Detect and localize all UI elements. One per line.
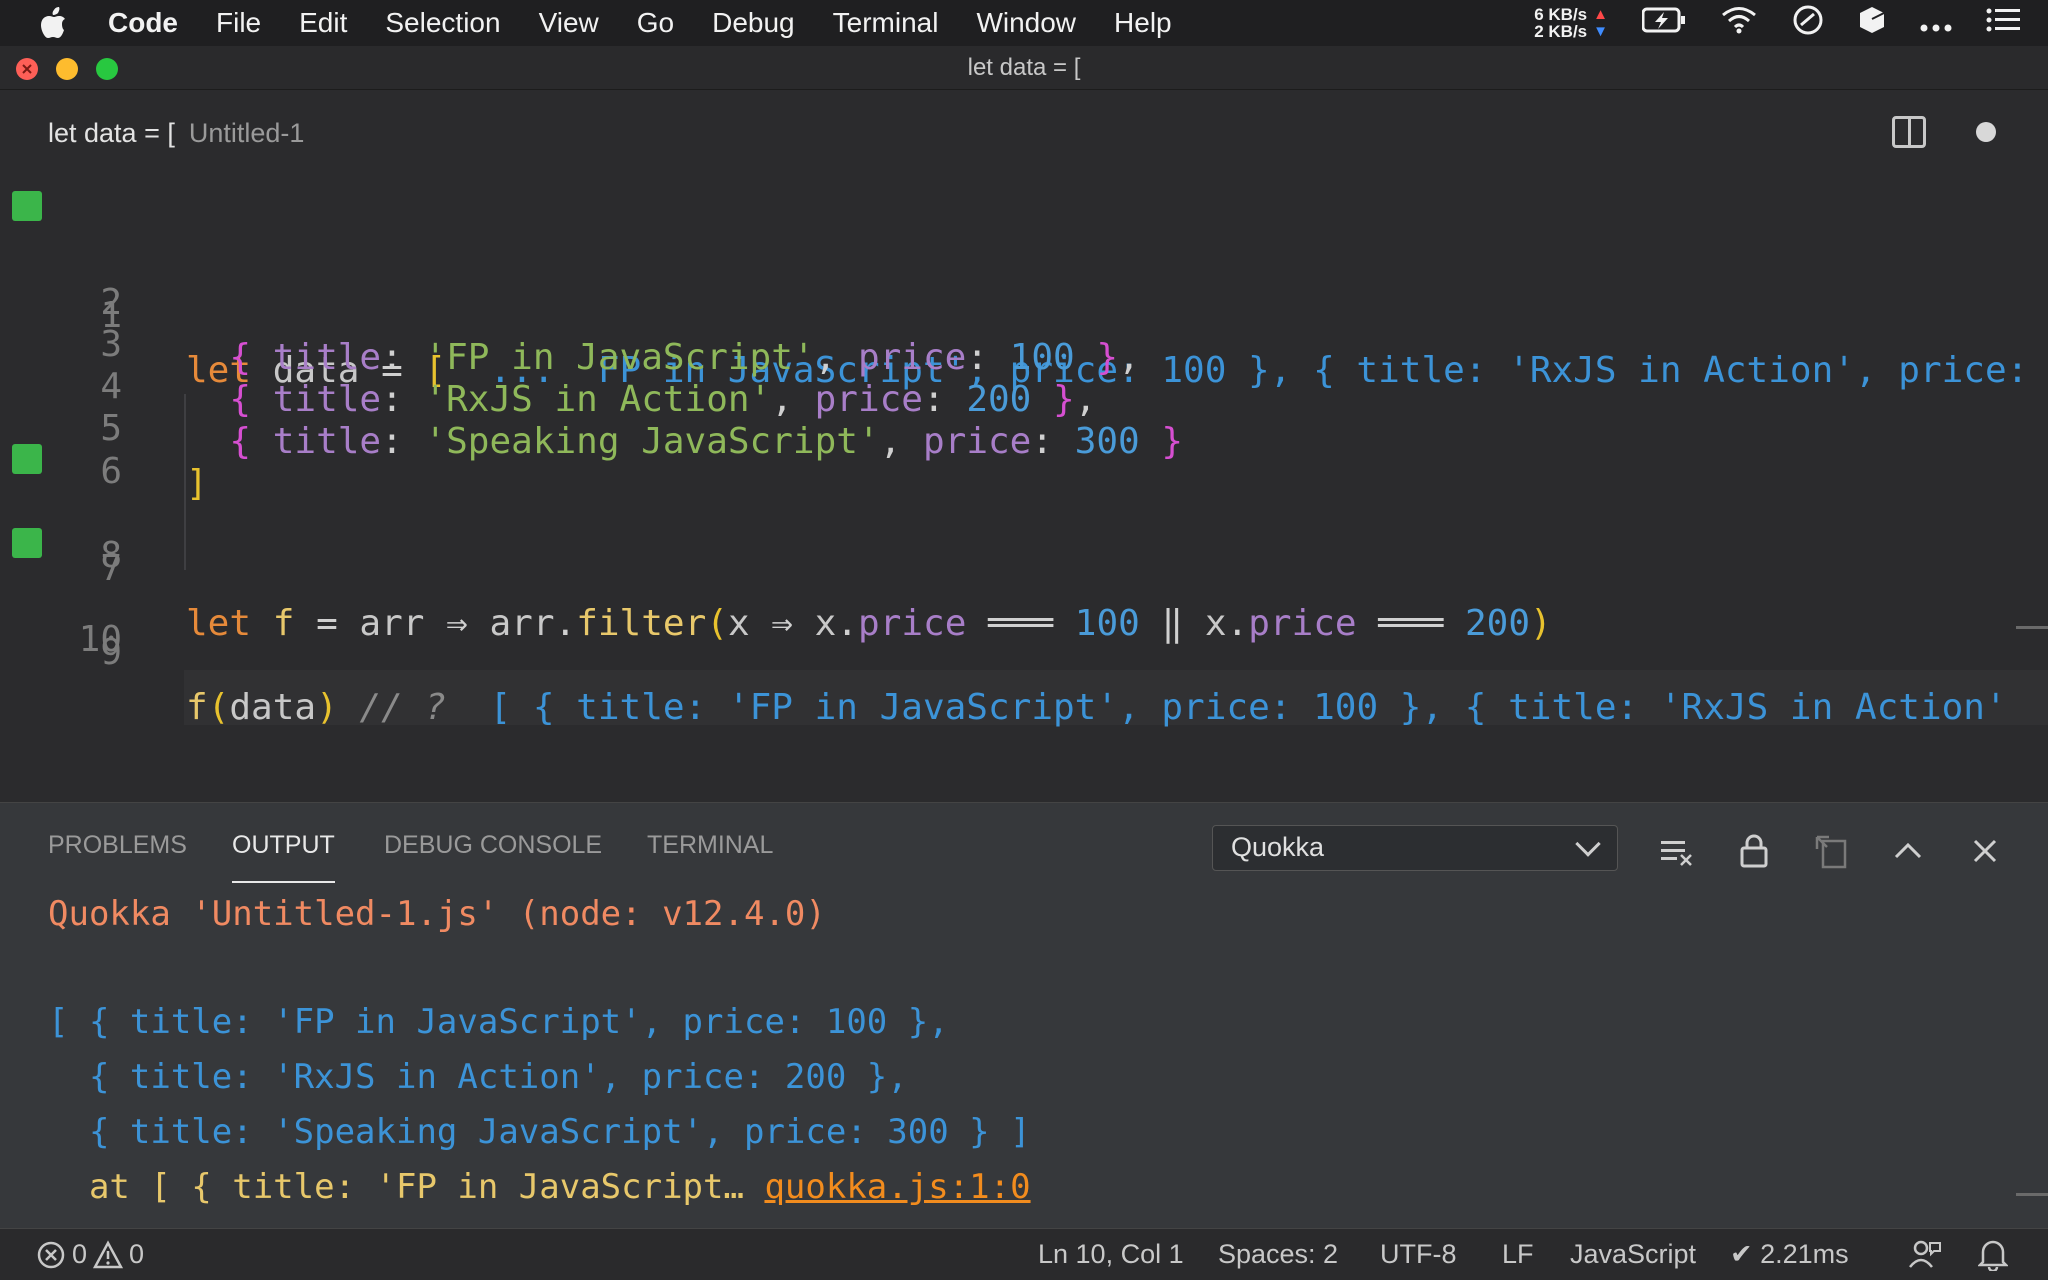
menubar-status-area: 6 KB/s ▲ 2 KB/s ▼ xyxy=(1534,0,2020,46)
net-down-speed: 2 KB/s xyxy=(1534,22,1588,41)
output-line: [ { title: 'FP in JavaScript', price: 10… xyxy=(48,1002,949,1042)
battery-charging-icon[interactable] xyxy=(1641,7,1686,40)
output-line: { title: 'RxJS in Action', price: 200 }, xyxy=(48,1057,908,1097)
network-speed-widget[interactable]: 6 KB/s ▲ 2 KB/s ▼ xyxy=(1534,6,1608,40)
source-location-link[interactable]: quokka.js:1:0 xyxy=(764,1167,1030,1207)
menu-debug[interactable]: Debug xyxy=(712,7,795,39)
bottom-panel: PROBLEMS OUTPUT DEBUG CONSOLE TERMINAL Q… xyxy=(0,802,2048,1228)
function-call-token: f xyxy=(186,687,208,728)
panel-scroll-mark xyxy=(2016,1193,2048,1196)
tab-output[interactable]: OUTPUT xyxy=(232,831,335,883)
output-line: { title: 'Speaking JavaScript', price: 3… xyxy=(48,1112,1031,1152)
notification-list-icon[interactable] xyxy=(1986,7,2020,39)
wifi-icon[interactable] xyxy=(1720,6,1758,41)
split-editor-icon[interactable] xyxy=(1892,116,1926,148)
window-title: let data = [ xyxy=(967,54,1081,81)
quokka-output-header: Quokka 'Untitled-1.js' (node: v12.4.0) xyxy=(48,894,826,934)
indentation-setting[interactable]: Spaces: 2 xyxy=(1218,1239,1338,1270)
file-encoding[interactable]: UTF-8 xyxy=(1380,1239,1457,1270)
inline-value-hint: [ { title: 'FP in JavaScript', price: 10… xyxy=(467,687,2007,728)
menu-selection[interactable]: Selection xyxy=(385,7,500,39)
error-count: 0 xyxy=(72,1239,88,1269)
editor-tab-bar: let data = [ Untitled-1 xyxy=(0,90,2048,178)
macos-menu-bar: Code File Edit Selection View Go Debug T… xyxy=(0,0,2048,46)
menu-view[interactable]: View xyxy=(539,7,599,39)
tab-problems[interactable]: PROBLEMS xyxy=(48,831,187,860)
menu-terminal[interactable]: Terminal xyxy=(833,7,939,39)
open-log-file-icon[interactable] xyxy=(1813,833,1849,869)
quokka-coverage-marker xyxy=(12,444,42,474)
bracket-token: ) xyxy=(316,687,338,728)
end-of-line-sequence[interactable]: LF xyxy=(1502,1239,1534,1270)
status-bar: 0 0 Ln 10, Col 1 Spaces: 2 UTF-8 LF Java… xyxy=(0,1228,2048,1280)
maximize-panel-chevron-up-icon[interactable] xyxy=(1890,833,1926,869)
speedometer-icon[interactable] xyxy=(1792,4,1824,43)
window-title-bar: let data = [ xyxy=(0,46,2048,90)
language-mode[interactable]: JavaScript xyxy=(1570,1239,1696,1270)
close-panel-icon[interactable] xyxy=(1967,833,2003,869)
feedback-person-icon[interactable] xyxy=(1908,1237,1942,1271)
menu-window[interactable]: Window xyxy=(976,7,1076,39)
tab-title-text: let data = [ xyxy=(48,118,175,148)
clear-output-icon[interactable] xyxy=(1659,833,1695,869)
cursor-position[interactable]: Ln 10, Col 1 xyxy=(1038,1239,1184,1270)
tab-file-name: Untitled-1 xyxy=(188,118,305,148)
notifications-bell-icon[interactable] xyxy=(1978,1237,2008,1271)
output-at-text: at [ { title: 'FP in JavaScript… xyxy=(48,1167,765,1207)
line-number: 10 xyxy=(78,619,122,660)
menu-edit[interactable]: Edit xyxy=(299,7,347,39)
download-arrow-icon: ▼ xyxy=(1593,23,1608,40)
warning-triangle-icon xyxy=(93,1239,124,1268)
output-channel-select[interactable]: Quokka xyxy=(1212,825,1618,871)
quokka-coverage-marker xyxy=(12,528,42,558)
menu-app-code[interactable]: Code xyxy=(108,7,178,39)
editor-tab[interactable]: let data = [ Untitled-1 xyxy=(48,118,304,149)
apple-icon[interactable] xyxy=(40,7,74,39)
box-extension-icon[interactable] xyxy=(1858,5,1886,42)
warning-count: 0 xyxy=(129,1239,145,1269)
code-editor[interactable]: 1 let data = [ ... FP in JavaScript', pr… xyxy=(0,178,2048,802)
code-text: f(data) // ? [ { title: 'FP in JavaScrip… xyxy=(186,680,2007,735)
quokka-timing[interactable]: ✔ 2.21ms xyxy=(1730,1239,1849,1270)
identifier-token: data xyxy=(229,687,317,728)
output-channel-value: Quokka xyxy=(1231,832,1325,862)
menu-go[interactable]: Go xyxy=(637,7,674,39)
net-up-speed: 6 KB/s xyxy=(1534,5,1588,24)
chevron-down-icon xyxy=(1575,831,1601,857)
bracket-token: ( xyxy=(207,687,230,728)
problems-summary[interactable]: 0 0 xyxy=(36,1239,144,1270)
unsaved-dot-icon[interactable] xyxy=(1976,122,1996,142)
error-circle-icon xyxy=(37,1241,65,1268)
quokka-coverage-marker xyxy=(12,191,42,221)
more-dots-icon[interactable] xyxy=(1920,7,1952,39)
upload-arrow-icon: ▲ xyxy=(1593,6,1608,23)
comment-token: // ? xyxy=(337,687,468,728)
code-line-10[interactable]: 10 xyxy=(0,557,2048,660)
lock-scroll-icon[interactable] xyxy=(1736,833,1772,869)
tab-terminal[interactable]: TERMINAL xyxy=(647,831,773,860)
overview-ruler-mark xyxy=(2016,626,2048,629)
menu-file[interactable]: File xyxy=(216,7,261,39)
tab-debug-console[interactable]: DEBUG CONSOLE xyxy=(384,831,602,860)
output-location-line: at [ { title: 'FP in JavaScript… quokka.… xyxy=(48,1162,1031,1212)
menu-help[interactable]: Help xyxy=(1114,7,1172,39)
